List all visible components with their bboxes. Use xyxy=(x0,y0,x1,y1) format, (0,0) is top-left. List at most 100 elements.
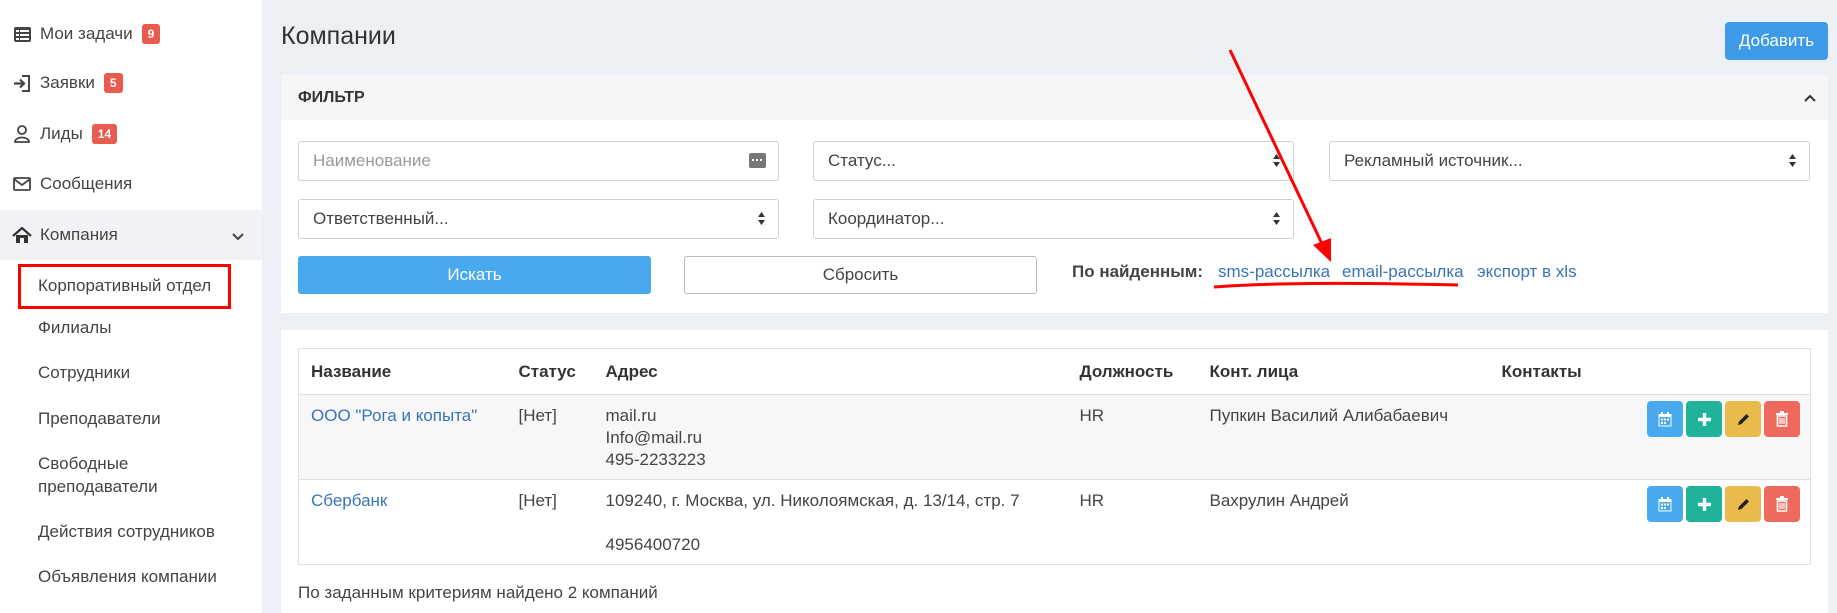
sidebar-item-my-tasks[interactable]: Мои задачи 9 xyxy=(0,10,262,58)
table-row: ООО "Рога и копыта" [Нет] mail.ru Info@m… xyxy=(298,394,1811,480)
calendar-icon xyxy=(1658,411,1672,426)
sidebar: Мои задачи 9 Заявки 5 Лиды 14 Сообщения … xyxy=(0,0,262,613)
column-header[interactable]: Название xyxy=(298,348,507,395)
pencil-icon xyxy=(1737,498,1749,510)
page-title: Компании xyxy=(281,22,396,50)
address-cell: mail.ru Info@mail.ru 495-2233223 xyxy=(593,394,1068,480)
envelope-icon xyxy=(12,174,32,194)
sidebar-item-leads[interactable]: Лиды 14 xyxy=(0,110,262,158)
table-row: Сбербанк [Нет] 109240, г. Москва, ул. Ни… xyxy=(298,479,1811,565)
add-contact-button[interactable] xyxy=(1686,486,1722,522)
sort-icon xyxy=(757,211,766,231)
sidebar-item-label: Компания xyxy=(40,225,118,244)
address-line: 495-2233223 xyxy=(605,450,706,469)
pencil-icon xyxy=(1737,413,1749,425)
table-header-row: Название Статус Адрес Должность Конт. ли… xyxy=(298,348,1811,395)
trash-icon xyxy=(1776,496,1788,512)
add-contact-button[interactable] xyxy=(1686,401,1722,437)
sidebar-subitem-label: преподаватели xyxy=(38,477,158,496)
contact-cell: Вахрулин Андрей xyxy=(1197,479,1490,565)
results-summary: По заданным критериям найдено 2 компаний xyxy=(298,583,658,602)
home-icon xyxy=(12,225,32,245)
email-mailing-link[interactable]: email-рассылка xyxy=(1342,262,1464,282)
status-cell: [Нет] xyxy=(506,394,594,480)
sort-icon xyxy=(1272,211,1281,231)
edit-button[interactable] xyxy=(1725,486,1761,522)
export-xls-link[interactable]: экспорт в xls xyxy=(1477,262,1577,282)
position-cell: HR xyxy=(1067,479,1198,565)
delete-button[interactable] xyxy=(1764,401,1800,437)
plus-icon xyxy=(1697,497,1711,511)
calendar-button[interactable] xyxy=(1647,401,1683,437)
position-cell: HR xyxy=(1067,394,1198,480)
plus-icon xyxy=(1697,412,1711,426)
address-line: Info@mail.ru xyxy=(605,428,703,447)
sidebar-subitem-announcements[interactable]: Объявления компании xyxy=(38,565,217,588)
responsible-select-value: Ответственный... xyxy=(313,209,449,228)
address-line xyxy=(606,512,1056,534)
column-header[interactable]: Адрес xyxy=(593,348,1068,395)
sidebar-subitem-employee-actions[interactable]: Действия сотрудников xyxy=(38,520,215,543)
chevron-down-icon xyxy=(232,226,244,246)
contacts-cell xyxy=(1489,479,1624,565)
search-button[interactable]: Искать xyxy=(298,256,651,294)
sidebar-item-label: Лиды xyxy=(40,124,83,143)
actions-header xyxy=(1623,348,1811,395)
column-header[interactable]: Контакты xyxy=(1489,348,1624,395)
sidebar-subitem-branches[interactable]: Филиалы xyxy=(38,316,111,339)
address-line: mail.ru xyxy=(605,406,657,425)
list-icon xyxy=(12,24,32,44)
sidebar-subitem-corporate[interactable]: Корпоративный отдел xyxy=(18,264,231,309)
address-line: 109240, г. Москва, ул. Николоямская, д. … xyxy=(605,491,1020,510)
status-cell: [Нет] xyxy=(506,479,594,565)
company-link[interactable]: Сбербанк xyxy=(311,491,387,510)
sidebar-subitem-teachers[interactable]: Преподаватели xyxy=(38,407,161,430)
calendar-icon xyxy=(1658,496,1672,511)
count-badge: 14 xyxy=(91,124,118,144)
sidebar-item-label: Мои задачи xyxy=(40,24,133,43)
status-select-value: Статус... xyxy=(828,151,896,170)
name-field[interactable] xyxy=(298,141,779,181)
column-header[interactable]: Конт. лица xyxy=(1197,348,1490,395)
address-line: 4956400720 xyxy=(605,535,701,554)
column-header[interactable]: Статус xyxy=(506,348,594,395)
companies-panel: Название Статус Адрес Должность Конт. ли… xyxy=(281,330,1828,613)
sidebar-item-label: Сообщения xyxy=(40,174,133,193)
row-actions xyxy=(1624,401,1800,437)
keyboard-icon xyxy=(749,153,766,173)
row-actions xyxy=(1624,486,1800,522)
sidebar-subitem-label: Свободные xyxy=(38,454,129,473)
count-badge: 5 xyxy=(103,73,123,93)
name-input[interactable] xyxy=(313,151,709,171)
contacts-cell xyxy=(1489,394,1624,480)
sidebar-item-company[interactable]: Компания xyxy=(0,210,262,260)
ad-source-select-value: Рекламный источник... xyxy=(1344,151,1523,170)
ad-source-select[interactable]: Рекламный источник... xyxy=(1329,141,1810,181)
status-select[interactable]: Статус... xyxy=(813,141,1294,181)
filter-title: ФИЛЬТР xyxy=(298,88,365,106)
user-icon xyxy=(12,124,32,144)
count-badge: 9 xyxy=(141,24,161,44)
sort-icon xyxy=(1272,153,1281,173)
column-header[interactable]: Должность xyxy=(1067,348,1198,395)
sms-mailing-link[interactable]: sms-рассылка xyxy=(1218,262,1330,282)
sidebar-item-label: Заявки xyxy=(40,73,95,92)
sidebar-subitem-free-teachers[interactable]: Свободные преподаватели xyxy=(38,452,158,498)
company-link[interactable]: ООО "Рога и копыта" xyxy=(311,406,477,425)
reset-button[interactable]: Сбросить xyxy=(684,256,1037,294)
chevron-up-icon[interactable] xyxy=(1804,89,1816,107)
found-label: По найденным: xyxy=(1072,262,1204,281)
sort-icon xyxy=(1788,153,1797,173)
delete-button[interactable] xyxy=(1764,486,1800,522)
calendar-button[interactable] xyxy=(1647,486,1683,522)
filter-header[interactable]: ФИЛЬТР xyxy=(281,75,1828,120)
coordinator-select[interactable]: Координатор... xyxy=(813,199,1294,239)
sidebar-item-requests[interactable]: Заявки 5 xyxy=(0,59,262,107)
trash-icon xyxy=(1776,411,1788,427)
responsible-select[interactable]: Ответственный... xyxy=(298,199,779,239)
sidebar-item-messages[interactable]: Сообщения xyxy=(0,160,262,208)
add-button[interactable]: Добавить xyxy=(1725,22,1828,60)
contact-cell: Пупкин Василий Алибабаевич xyxy=(1197,394,1490,480)
edit-button[interactable] xyxy=(1725,401,1761,437)
sidebar-subitem-employees[interactable]: Сотрудники xyxy=(38,361,130,384)
